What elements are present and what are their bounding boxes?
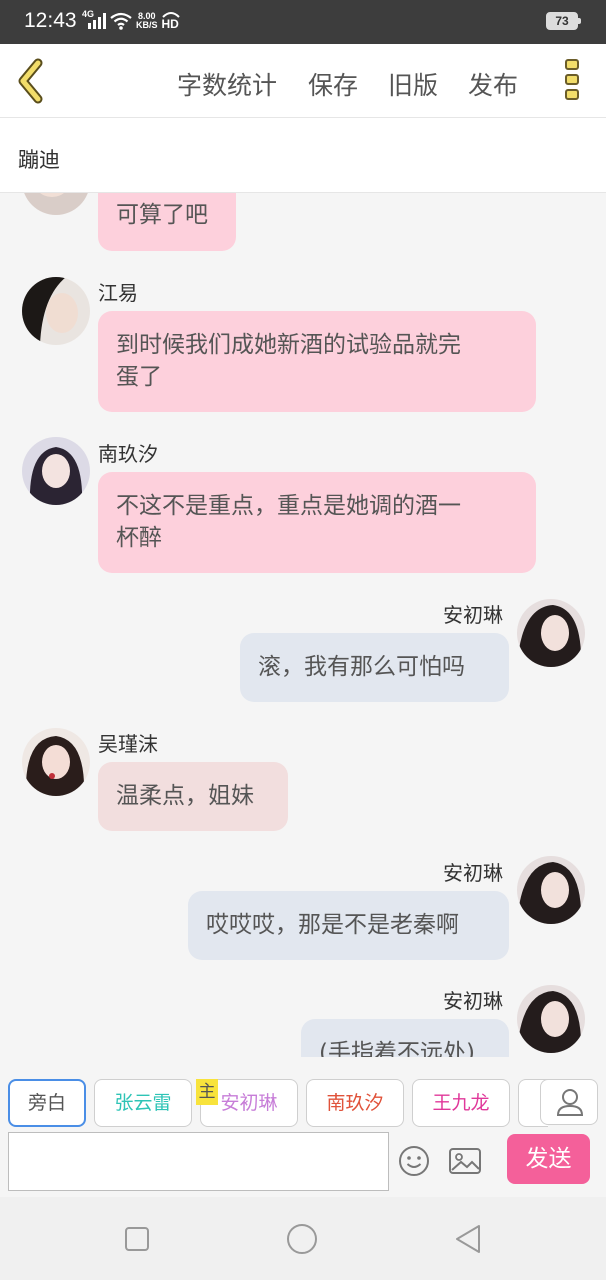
smiley-icon <box>399 1146 429 1176</box>
character-bar: 旁白 张云雷 安初琳 主 南玖汐 王九龙 发送 <box>0 1057 606 1197</box>
avatar[interactable] <box>22 728 90 796</box>
editor-header: 字数统计 保存 旧版 发布 <box>0 44 606 118</box>
status-icons: 4G 8.00 KB/S HD <box>82 9 182 31</box>
avatar[interactable] <box>22 277 90 345</box>
person-icon <box>556 1089 584 1116</box>
character-chip[interactable]: 南玖汐 <box>306 1079 404 1127</box>
host-tag: 主 <box>196 1079 218 1105</box>
avatar[interactable] <box>517 856 585 924</box>
emoji-button[interactable] <box>398 1145 430 1177</box>
message-bubble[interactable]: 哎哎哎，那是不是老秦啊 <box>188 891 509 960</box>
message-bubble[interactable]: 滚，我有那么可怕吗 <box>240 633 509 702</box>
network-speed: 8.00 KB/S <box>136 11 158 30</box>
image-icon <box>449 1148 481 1174</box>
back-nav-button[interactable] <box>453 1224 483 1258</box>
character-chip-narrator[interactable]: 旁白 <box>8 1079 86 1127</box>
word-count-button[interactable]: 字数统计 <box>177 66 277 102</box>
chat-area[interactable]: 可算了吧 江易 到时候我们成她新酒的试验品就完 蛋了 南玖汐 不这不是重点，重点… <box>0 193 606 1057</box>
message-bubble[interactable]: 温柔点，姐妹 <box>98 762 288 831</box>
sender-name: 吴瑾沫 <box>98 732 158 756</box>
back-button[interactable] <box>14 58 50 104</box>
character-chip[interactable]: 王九龙 <box>412 1079 510 1127</box>
message-bubble[interactable]: 到时候我们成她新酒的试验品就完 蛋了 <box>98 311 536 412</box>
triangle-back-icon <box>456 1225 480 1253</box>
chevron-left-icon <box>18 58 43 104</box>
avatar[interactable] <box>22 437 90 505</box>
wifi-icon <box>110 12 132 30</box>
message-bubble[interactable]: 不这不是重点，重点是她调的酒一 杯醉 <box>98 472 536 573</box>
status-bar: 12:43 4G 8.00 KB/S HD 73 <box>0 0 606 44</box>
signal-icon: 4G <box>82 9 106 29</box>
hd-indicator: HD <box>162 12 182 31</box>
more-menu-button[interactable] <box>560 56 584 106</box>
avatar[interactable] <box>517 599 585 667</box>
recents-button[interactable] <box>124 1226 150 1256</box>
send-button[interactable]: 发送 <box>507 1134 590 1184</box>
sender-name: 安初琳 <box>443 861 503 885</box>
story-title[interactable]: 蹦迪 <box>18 144 60 174</box>
circle-icon <box>287 1224 317 1254</box>
person-button[interactable] <box>540 1079 598 1125</box>
system-nav-bar <box>0 1197 606 1280</box>
sender-name: 安初琳 <box>443 989 503 1013</box>
message-bubble[interactable]: 可算了吧 <box>98 193 236 251</box>
publish-button[interactable]: 发布 <box>468 66 518 102</box>
message-bubble[interactable]: (手指着不远处) <box>301 1019 509 1057</box>
old-version-button[interactable]: 旧版 <box>388 66 438 102</box>
vertical-dots-icon <box>565 59 579 70</box>
avatar[interactable] <box>517 985 585 1053</box>
network-type: 4G <box>82 9 95 19</box>
character-chip[interactable]: 张云雷 <box>94 1079 192 1127</box>
save-button[interactable]: 保存 <box>308 66 358 102</box>
battery-indicator: 73 <box>546 12 581 30</box>
square-icon <box>125 1227 149 1251</box>
sender-name: 江易 <box>98 281 138 305</box>
image-button[interactable] <box>448 1145 482 1177</box>
status-time: 12:43 <box>24 9 77 32</box>
sender-name: 南玖汐 <box>98 442 158 466</box>
avatar[interactable] <box>22 193 90 215</box>
story-title-row[interactable]: 蹦迪 <box>0 118 606 193</box>
message-input[interactable] <box>8 1132 389 1191</box>
sender-name: 安初琳 <box>443 603 503 627</box>
home-button[interactable] <box>286 1223 318 1259</box>
